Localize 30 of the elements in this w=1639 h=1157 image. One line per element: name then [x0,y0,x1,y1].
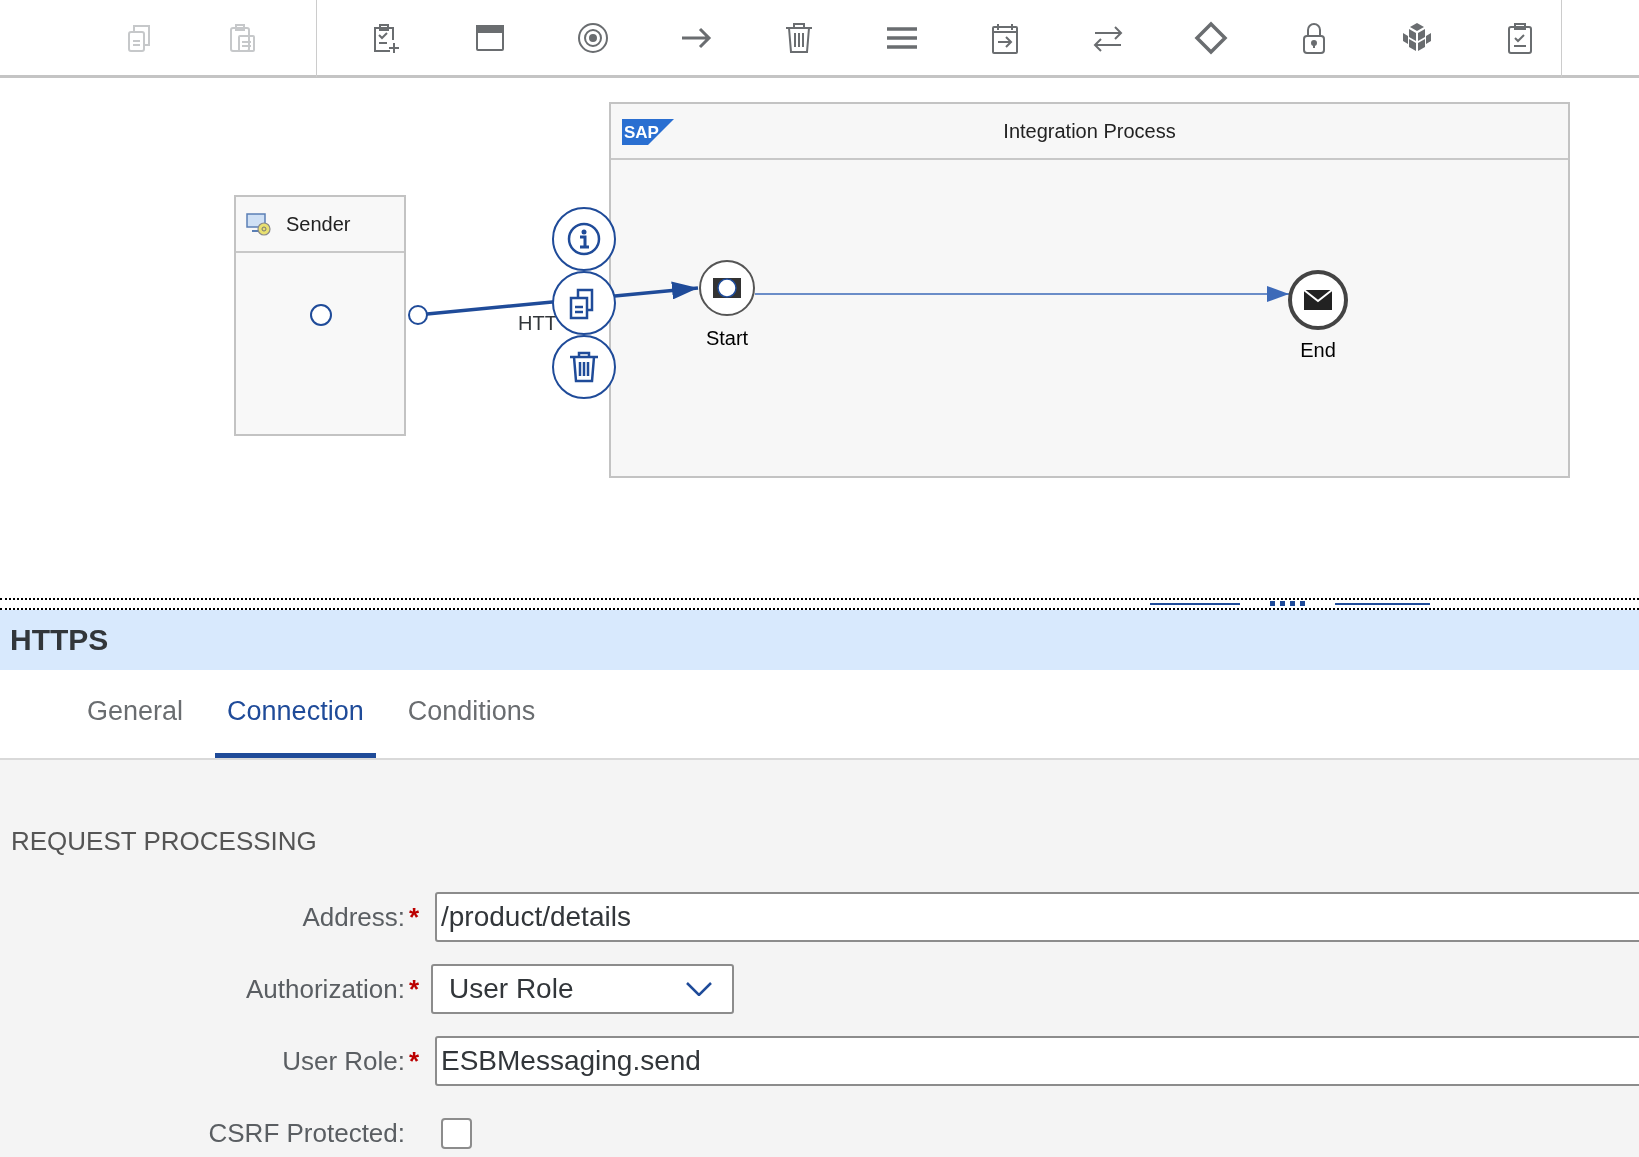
required-mark: * [409,1045,421,1077]
section-heading: REQUEST PROCESSING [10,826,318,857]
start-label: Start [705,327,749,349]
end-event-icon[interactable] [1288,270,1348,330]
field-label: User Role: [282,1045,405,1077]
field-label: Authorization: [246,973,405,1005]
info-button[interactable] [552,207,616,271]
required-mark: * [409,901,421,933]
text-field[interactable]: /product/details [435,892,1639,942]
process-title: Integration Process [1003,119,1176,143]
dropdown-field[interactable]: User Role [431,964,734,1014]
start-event-icon[interactable] [699,260,755,316]
checkbox[interactable] [441,1117,472,1149]
port-icon[interactable] [408,305,428,325]
tab[interactable]: Conditions [395,670,548,758]
connection-label: HTT [518,312,557,334]
field-label: Address: [302,901,405,933]
tab[interactable]: General [75,670,196,758]
chevron-down-icon [686,982,712,996]
field-label: CSRF Protected: [208,1117,405,1149]
text-field[interactable]: ESBMessaging.send [435,1036,1639,1086]
sender-title: Sender [286,212,351,236]
delete-button[interactable] [552,335,616,399]
required-mark: * [409,973,421,1005]
computer-icon [246,212,272,236]
end-label: End [1300,339,1336,361]
logo: SAP [622,119,674,145]
panel-title: HTTPS [10,623,109,657]
resize-handle[interactable] [1150,600,1430,608]
sender-box[interactable]: Sender [234,195,406,436]
